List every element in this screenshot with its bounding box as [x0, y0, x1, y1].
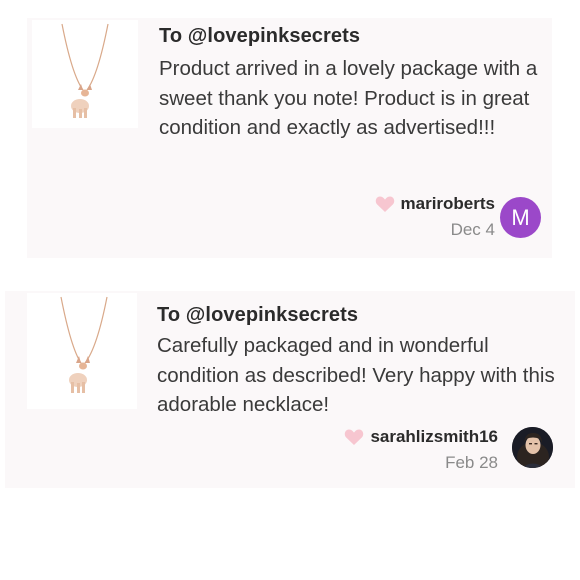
review-text: Carefully packaged and in wonderful cond… [157, 334, 555, 416]
review-card[interactable]: To @lovepinksecrets Carefully packaged a… [5, 291, 575, 488]
heart-icon[interactable] [344, 428, 364, 446]
recipient-line: To @lovepinksecrets [159, 25, 361, 47]
recipient-line: To @lovepinksecrets [157, 304, 359, 326]
necklace-icon [60, 296, 108, 393]
reviewer-username[interactable]: sarahlizsmith16 [370, 427, 498, 447]
review-card[interactable]: To @lovepinksecrets Product arrived in a… [27, 18, 552, 258]
review-meta: sarahlizsmith16 Feb 28 [344, 427, 498, 473]
product-thumbnail[interactable] [32, 20, 138, 128]
heart-icon[interactable] [375, 195, 395, 213]
reviewer-username[interactable]: mariroberts [401, 194, 495, 214]
review-meta: mariroberts Dec 4 [375, 194, 495, 240]
review-text: Product arrived in a lovely package with… [159, 57, 538, 139]
review-date: Feb 28 [445, 453, 498, 472]
product-thumbnail[interactable] [27, 293, 137, 409]
avatar[interactable] [512, 427, 553, 468]
avatar[interactable]: M [500, 197, 541, 238]
avatar-initial: M [511, 204, 530, 230]
review-date: Dec 4 [450, 220, 495, 239]
necklace-icon [61, 23, 109, 118]
avatar-photo-icon [512, 427, 553, 468]
